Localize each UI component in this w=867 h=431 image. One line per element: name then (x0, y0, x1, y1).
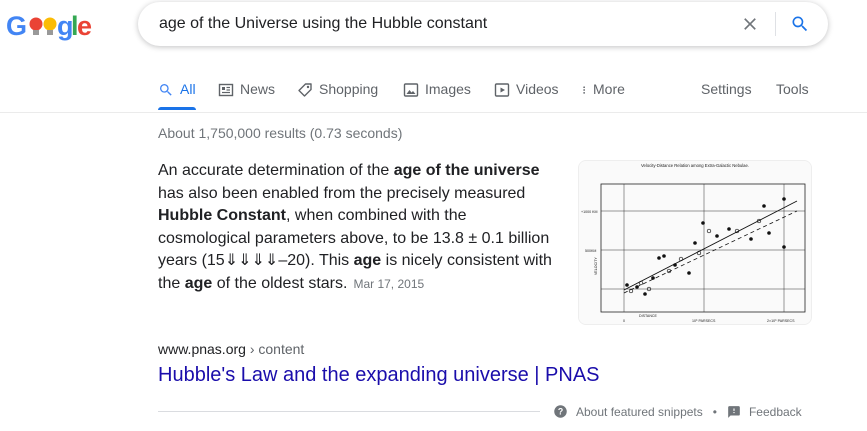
svg-text:G: G (6, 11, 27, 41)
feedback-icon (728, 405, 740, 418)
result-stats: About 1,750,000 results (0.73 seconds) (158, 125, 403, 141)
snippet-footer: ? About featured snippets • Feedback (553, 404, 802, 419)
x-tick: 10⁶ PARSECS (692, 319, 716, 323)
help-icon: ? (554, 405, 567, 418)
result-url: www.pnas.org › content (158, 341, 304, 357)
feedback-link[interactable]: Feedback (749, 405, 802, 419)
x-axis-label: DISTANCE (639, 314, 658, 318)
search-tabs: All News Shopping Images Videos More Set… (0, 80, 867, 110)
result-breadcrumb: › content (245, 341, 305, 357)
about-featured-snippets-link[interactable]: About featured snippets (576, 405, 703, 419)
snippet-image[interactable]: Velocity-Distance Relation among Extra-G… (578, 160, 812, 325)
tools-link[interactable]: Tools (776, 80, 809, 110)
tab-images[interactable]: Images (403, 80, 471, 110)
divider (775, 12, 776, 36)
image-icon (403, 83, 419, 97)
video-icon (494, 83, 510, 97)
snippet-divider (158, 411, 540, 412)
x-tick: 0 (623, 319, 625, 323)
tab-label: Shopping (319, 81, 379, 97)
figure-title: Velocity-Distance Relation among Extra-G… (641, 163, 749, 168)
snippet-text: An accurate determination of the (158, 162, 394, 179)
search-box (138, 2, 828, 46)
search-icon (160, 84, 172, 96)
tab-label: More (593, 81, 625, 97)
snippet-highlight: age (184, 274, 213, 292)
svg-text:?: ? (558, 407, 563, 417)
snippet-highlight: age (353, 252, 382, 269)
tab-shopping[interactable]: Shopping (297, 80, 378, 110)
header-divider (0, 112, 867, 113)
settings-label: Settings (701, 81, 752, 97)
tab-label: Images (425, 81, 471, 97)
tab-videos[interactable]: Videos (494, 80, 559, 110)
tab-label: Videos (516, 81, 559, 97)
more-icon (583, 86, 585, 94)
snippet-highlight: age of the universe (393, 162, 540, 179)
search-input[interactable] (159, 2, 719, 46)
y-tick: 500KM (585, 249, 596, 253)
search-icon[interactable] (790, 14, 810, 34)
y-axis-label: VELOCITY (594, 257, 598, 275)
tab-all[interactable]: All (158, 80, 196, 110)
snippet-date: Mar 17, 2015 (353, 276, 425, 291)
settings-link[interactable]: Settings (701, 80, 752, 110)
footer-separator: • (712, 404, 717, 419)
snippet-text: of the oldest stars. (212, 274, 348, 292)
tab-label: News (240, 81, 276, 97)
result-title-link[interactable]: Hubble's Law and the expanding universe … (158, 364, 600, 387)
snippet-highlight: Hubble Constant (158, 207, 286, 224)
tab-news[interactable]: News (218, 80, 275, 110)
y-tick: +1000 KM (581, 210, 597, 214)
featured-snippet-text: An accurate determination of the age of … (158, 160, 558, 295)
tab-label: All (180, 81, 196, 97)
svg-text:e: e (77, 11, 92, 41)
tools-label: Tools (776, 81, 809, 97)
tag-icon (298, 83, 312, 97)
tab-more[interactable]: More (581, 80, 625, 110)
close-icon[interactable] (740, 14, 760, 34)
google-logo[interactable]: G g l e (6, 9, 92, 43)
snippet-text: has also been enabled from the precisely… (158, 184, 526, 202)
x-tick: 2×10⁶ PARSECS (767, 319, 795, 323)
news-icon (218, 83, 234, 97)
result-domain: www.pnas.org (158, 341, 246, 357)
